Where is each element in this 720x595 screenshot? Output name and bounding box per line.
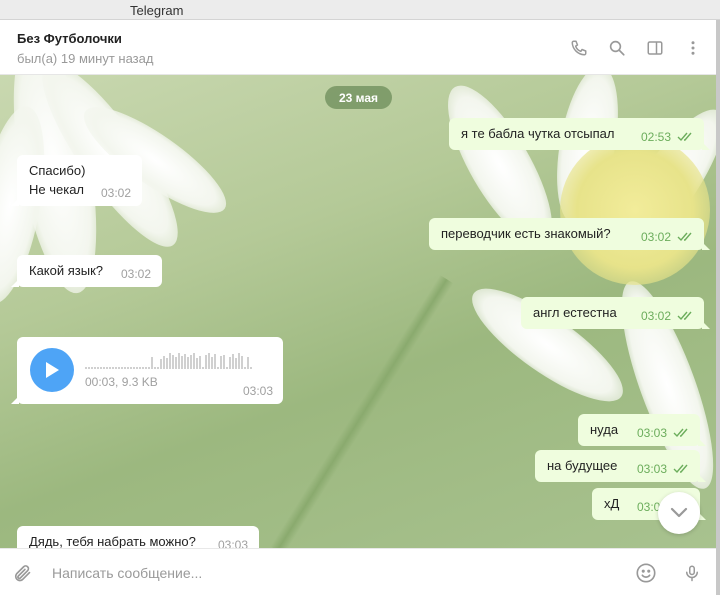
message-input[interactable] (52, 561, 612, 585)
search-icon[interactable] (605, 36, 629, 60)
message-time: 02:53 (640, 130, 671, 144)
read-check-icon (677, 132, 692, 142)
message-time: 03:02 (120, 267, 151, 281)
message-outgoing[interactable]: на будущее 03:03 (535, 450, 706, 482)
message-outgoing[interactable]: нуда 03:03 (578, 414, 706, 446)
sidebar-toggle-icon[interactable] (643, 36, 667, 60)
play-icon (46, 362, 59, 378)
app-title: Telegram (130, 3, 184, 18)
message-incoming[interactable]: Спасибо) Не чекал 03:02 (11, 155, 142, 206)
bubble-tail (11, 396, 19, 404)
message-composer (0, 548, 716, 595)
read-check-icon (673, 428, 688, 438)
bubble-tail (702, 142, 710, 150)
message-text: Дядь, тебя набрать можно? (29, 534, 196, 548)
voice-message[interactable]: 00:03, 9.3 KB 03:03 (11, 337, 283, 404)
message-text: англ естестна (533, 305, 617, 320)
message-text: на будущее (547, 458, 618, 473)
bubble-tail (698, 438, 706, 446)
contact-name[interactable]: Без Футболочки (17, 31, 122, 46)
message-incoming[interactable]: Какой язык? 03:02 (11, 255, 162, 287)
message-text: хД (604, 496, 620, 511)
read-check-icon (673, 464, 688, 474)
message-time: 03:02 (640, 309, 671, 323)
message-text: нуда (590, 422, 619, 437)
chat-history[interactable]: 23 мая я те бабла чутка отсыпал 02:53 Сп… (0, 75, 716, 548)
voice-waveform[interactable] (85, 349, 265, 369)
scroll-down-button[interactable] (658, 492, 700, 534)
message-time: 03:03 (217, 538, 248, 548)
voice-duration: 00:03, 9.3 KB (85, 375, 158, 389)
read-check-icon (677, 232, 692, 242)
chat-header: Без Футболочки был(а) 19 минут назад (0, 20, 716, 75)
message-time: 03:02 (640, 230, 671, 244)
message-outgoing[interactable]: я те бабла чутка отсыпал 02:53 (449, 118, 710, 150)
message-time: 03:03 (636, 462, 667, 476)
mic-icon[interactable] (680, 561, 704, 585)
bubble-tail (11, 279, 19, 287)
bubble-tail (698, 474, 706, 482)
chevron-down-icon (670, 507, 688, 518)
window-edge (716, 20, 720, 595)
message-outgoing[interactable]: англ естестна 03:02 (521, 297, 710, 329)
message-outgoing[interactable]: переводчик есть знакомый? 03:02 (429, 218, 710, 250)
attach-icon[interactable] (10, 561, 34, 585)
emoji-icon[interactable] (634, 561, 658, 585)
read-check-icon (677, 311, 692, 321)
message-time: 03:03 (636, 426, 667, 440)
phone-icon[interactable] (567, 36, 591, 60)
contact-status: был(а) 19 минут назад (17, 51, 154, 66)
bubble-tail (702, 242, 710, 250)
date-separator: 23 мая (325, 86, 392, 109)
message-text: я те бабла чутка отсыпал (461, 126, 615, 141)
bubble-tail (702, 321, 710, 329)
play-button[interactable] (30, 348, 74, 392)
message-time: 03:03 (242, 384, 273, 398)
window-titlebar: Telegram (0, 0, 720, 20)
message-incoming[interactable]: Дядь, тебя набрать можно? 03:03 (17, 526, 259, 548)
message-text-line2: Не чекал (29, 182, 85, 197)
message-time: 03:02 (100, 186, 131, 200)
more-icon[interactable] (681, 36, 705, 60)
message-text: Спасибо) (29, 163, 86, 178)
bubble-tail (11, 198, 19, 206)
message-text: Какой язык? (29, 263, 104, 278)
message-text: переводчик есть знакомый? (441, 226, 611, 241)
